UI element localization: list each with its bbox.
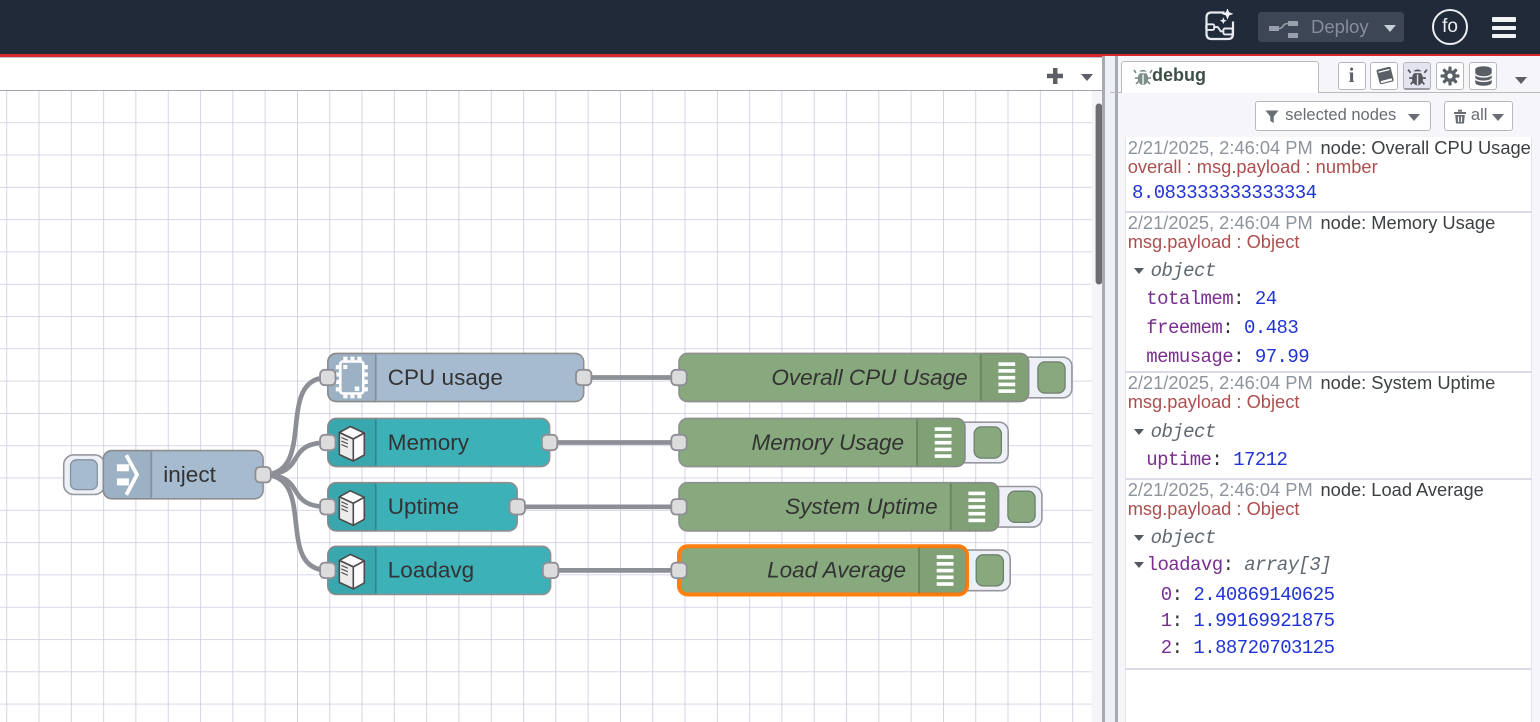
svg-text:Uptime: Uptime (388, 494, 459, 519)
svg-text:System Uptime: System Uptime (785, 494, 938, 519)
svg-text:Overall CPU Usage: Overall CPU Usage (771, 365, 967, 390)
svg-text:Loadavg: Loadavg (388, 558, 474, 583)
svg-text:Memory Usage: Memory Usage (751, 430, 904, 455)
svg-text:Memory: Memory (388, 430, 470, 455)
svg-text:inject: inject (163, 462, 216, 487)
svg-text:Load Average: Load Average (767, 558, 906, 583)
svg-text:CPU usage: CPU usage (388, 365, 503, 390)
